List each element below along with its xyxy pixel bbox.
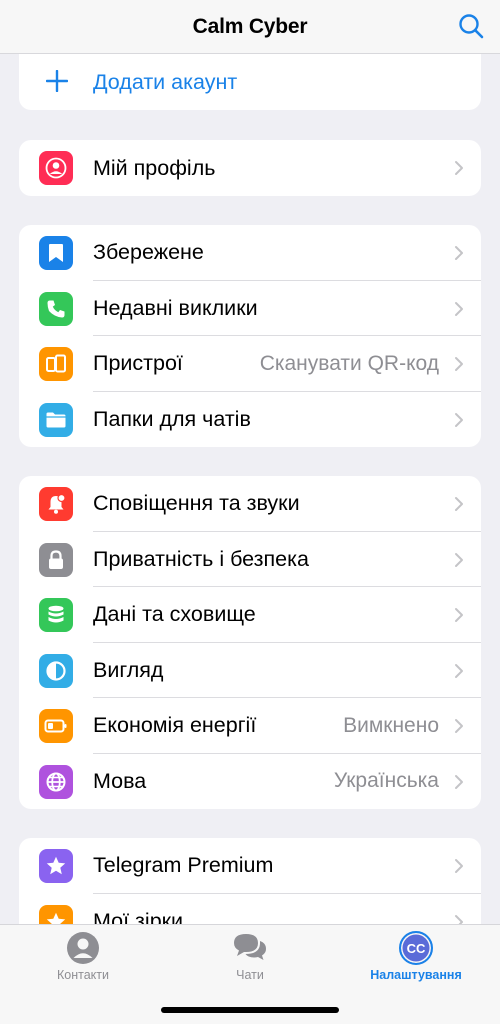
chevron-right-icon	[455, 497, 463, 511]
avatar-initials: CC	[406, 940, 426, 956]
appearance-item[interactable]: Вигляд	[19, 643, 481, 698]
add-account-label: Додати акаунт	[93, 69, 238, 94]
chevron-right-icon	[455, 859, 463, 873]
tab-chats-label: Чати	[236, 968, 264, 982]
notifications-item[interactable]: Сповіщення та звуки	[19, 476, 481, 532]
power-saving-label: Економія енергії	[93, 713, 257, 738]
data-storage-item[interactable]: Дані та сховище	[19, 587, 481, 643]
my-profile-item[interactable]: Мій профіль	[19, 140, 481, 196]
avatar: CC	[399, 931, 433, 965]
chat-folders-label: Папки для чатів	[93, 406, 251, 431]
power-saving-value: Вимкнено	[343, 713, 439, 737]
general-group: Збережене Недавні виклики Пристрої Скану…	[19, 225, 481, 447]
chevron-right-icon	[455, 552, 463, 567]
language-value: Українська	[333, 769, 439, 793]
search-icon	[459, 14, 484, 39]
add-account-button[interactable]: Додати акаунт	[19, 54, 481, 110]
chevron-right-icon	[455, 914, 463, 924]
devices-item[interactable]: Пристрої Сканувати QR-код	[19, 336, 481, 392]
search-button[interactable]	[456, 11, 486, 41]
scan-qr-value: Сканувати QR-код	[259, 351, 439, 375]
tab-chats[interactable]: Чати	[185, 931, 315, 982]
preferences-group: Сповіщення та звуки Приватність і безпек…	[19, 476, 481, 809]
privacy-label: Приватність і безпека	[93, 546, 309, 571]
data-storage-label: Дані та сховище	[93, 602, 256, 627]
chevron-right-icon	[455, 774, 463, 789]
header-bar: Calm Cyber	[0, 0, 500, 54]
profile-group: Мій профіль	[19, 140, 481, 196]
power-saving-item[interactable]: Економія енергії Вимкнено	[19, 698, 481, 754]
chevron-right-icon	[455, 357, 463, 371]
chevron-right-icon	[455, 719, 463, 733]
recent-calls-item[interactable]: Недавні виклики	[19, 281, 481, 336]
home-indicator	[161, 1007, 339, 1013]
globe-icon	[39, 764, 73, 799]
my-stars-item[interactable]: Мої зірки	[19, 894, 481, 924]
battery-icon	[39, 709, 73, 743]
recent-calls-label: Недавні виклики	[93, 295, 258, 320]
bell-icon	[39, 487, 73, 521]
chevron-right-icon	[455, 301, 463, 316]
page-title: Calm Cyber	[192, 14, 308, 38]
chevron-right-icon	[455, 246, 463, 260]
language-label: Мова	[93, 768, 147, 793]
saved-messages-label: Збережене	[93, 240, 204, 265]
tab-settings-label: Налаштування	[370, 968, 462, 982]
chevron-right-icon	[455, 161, 463, 175]
tab-contacts[interactable]: Контакти	[18, 931, 148, 982]
language-item[interactable]: Мова Українська	[19, 754, 481, 810]
lock-icon	[39, 542, 73, 577]
appearance-label: Вигляд	[93, 657, 164, 682]
chevron-right-icon	[455, 608, 463, 622]
plus-icon	[46, 70, 68, 92]
contacts-icon	[67, 932, 99, 964]
stars-icon	[39, 904, 73, 924]
phone-icon	[39, 291, 73, 326]
profile-icon	[39, 151, 73, 185]
devices-label: Пристрої	[93, 351, 183, 376]
my-stars-label: Мої зірки	[93, 908, 184, 924]
chats-icon	[234, 934, 266, 960]
account-group: Додати акаунт	[19, 54, 481, 110]
privacy-item[interactable]: Приватність і безпека	[19, 532, 481, 587]
premium-group: Telegram Premium Мої зірки	[19, 838, 481, 924]
notifications-label: Сповіщення та звуки	[93, 491, 300, 516]
chat-folders-item[interactable]: Папки для чатів	[19, 392, 481, 448]
devices-icon	[39, 347, 73, 381]
bookmark-icon	[39, 236, 73, 270]
chevron-right-icon	[455, 663, 463, 678]
settings-list[interactable]: Додати акаунт Мій профіль Збережене Неда…	[0, 54, 500, 924]
premium-star-icon	[39, 849, 73, 883]
tab-contacts-label: Контакти	[57, 968, 109, 982]
saved-messages-item[interactable]: Збережене	[19, 225, 481, 281]
tab-settings[interactable]: CC Налаштування	[351, 931, 481, 982]
telegram-premium-label: Telegram Premium	[93, 853, 274, 878]
appearance-icon	[39, 653, 73, 688]
chevron-right-icon	[455, 412, 463, 427]
my-profile-label: Мій профіль	[93, 155, 216, 180]
database-icon	[39, 598, 73, 632]
folder-icon	[39, 402, 73, 437]
telegram-premium-item[interactable]: Telegram Premium	[19, 838, 481, 894]
